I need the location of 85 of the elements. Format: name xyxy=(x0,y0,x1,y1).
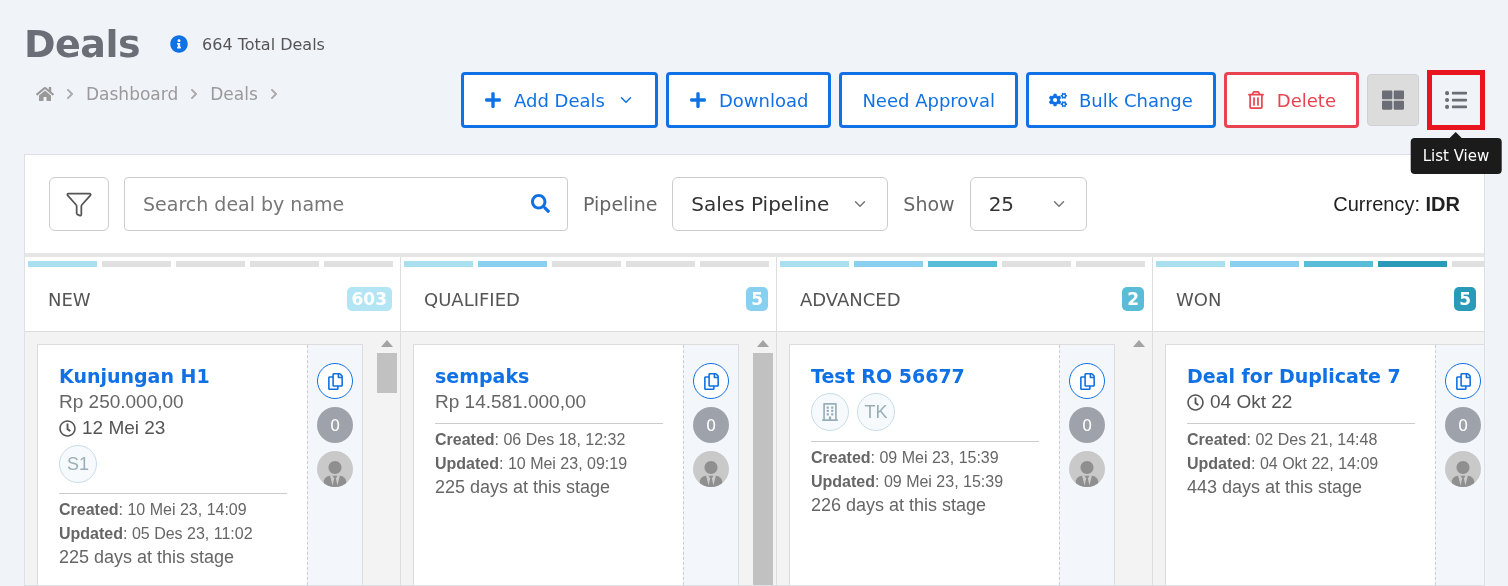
updated-date: Updated: 05 Des 23, 11:02 xyxy=(59,524,254,544)
deal-count-badge: 5 xyxy=(1454,287,1476,311)
days-at-stage: 225 days at this stage xyxy=(435,476,612,498)
plus-icon xyxy=(688,91,707,109)
comment-count: 0 xyxy=(693,407,729,443)
copy-icon xyxy=(1454,372,1472,390)
copy-button[interactable] xyxy=(1069,363,1105,399)
user-avatar-icon xyxy=(1445,451,1481,487)
building-icon xyxy=(811,393,849,431)
copy-icon xyxy=(326,372,344,390)
home-icon[interactable] xyxy=(36,85,54,103)
created-date: Created: 02 Des 21, 14:48 xyxy=(1187,430,1379,450)
user-avatar-icon xyxy=(1069,451,1105,487)
delete-button[interactable]: Delete xyxy=(1223,72,1359,128)
deal-title-link[interactable]: Test RO 56677 xyxy=(811,365,1039,387)
stage-name: WON xyxy=(1176,288,1222,310)
due-date: 12 Mei 23 xyxy=(82,417,166,439)
deal-card[interactable]: sempaks Rp 14.581.000,00 Created: 06 Des 18, 12:32 Updated: 10 Mei 23, 09:19 225 days at this stage 0 xyxy=(413,344,739,585)
days-at-stage: 443 days at this stage xyxy=(1187,476,1364,498)
deal-amount: Rp 14.581.000,00 xyxy=(435,391,588,413)
deal-card[interactable]: Kunjungan H1 Rp 250.000,00 12 Mei 23 S1 Created: 10 Mei 23, 14:09 Updated: 05 Des 23, 11:02 225 days at this stage 0 xyxy=(37,344,363,585)
page-size-select[interactable]: 25 xyxy=(969,177,1087,231)
created-date: Created: 09 Mei 23, 15:39 xyxy=(811,448,1000,468)
grid-icon xyxy=(1382,89,1404,111)
user-avatar-icon xyxy=(317,451,353,487)
copy-button[interactable] xyxy=(693,363,729,399)
tooltip: List View xyxy=(1410,138,1502,174)
currency-label: Currency: IDR xyxy=(1333,192,1460,216)
scrollbar-thumb[interactable] xyxy=(377,353,397,393)
initials-avatar: S1 xyxy=(59,445,97,483)
total-deals-count: 664 Total Deals xyxy=(202,34,325,54)
action-button[interactable]: Add Deals xyxy=(460,72,658,128)
show-label: Show xyxy=(903,193,955,215)
deal-count-badge: 603 xyxy=(346,287,392,311)
updated-date: Updated: 10 Mei 23, 09:19 xyxy=(435,454,629,474)
copy-icon xyxy=(1078,372,1096,390)
deal-count-badge: 5 xyxy=(746,287,768,311)
updated-date: Updated: 04 Okt 22, 14:09 xyxy=(1187,454,1380,474)
scroll-up-icon[interactable] xyxy=(1133,340,1145,347)
pipeline-label: Pipeline xyxy=(583,193,658,215)
stage-name: ADVANCED xyxy=(800,288,901,310)
gears-icon xyxy=(1049,91,1067,109)
deal-card[interactable]: Test RO 56677 TK Created: 09 Mei 23, 15:39 Updated: 09 Mei 23, 15:39 226 days at this stage 0 xyxy=(789,344,1115,585)
search-field[interactable]: Search deal by name xyxy=(124,177,568,231)
user-avatar-icon xyxy=(693,451,729,487)
action-button[interactable]: Download xyxy=(665,72,832,128)
list-icon xyxy=(1445,89,1467,111)
updated-date: Updated: 09 Mei 23, 15:39 xyxy=(811,472,1005,492)
created-date: Created: 06 Des 18, 12:32 xyxy=(435,430,627,450)
copy-button[interactable] xyxy=(1445,363,1481,399)
pipeline-select[interactable]: Sales Pipeline xyxy=(672,177,889,231)
stage-name: NEW xyxy=(48,288,91,310)
search-icon xyxy=(531,194,550,213)
breadcrumb-link[interactable]: Deals xyxy=(210,84,258,104)
scrollbar-thumb[interactable] xyxy=(753,353,773,585)
deal-title-link[interactable]: sempaks xyxy=(435,365,663,387)
funnel-icon xyxy=(65,190,93,218)
days-at-stage: 226 days at this stage xyxy=(811,494,988,516)
comment-count: 0 xyxy=(1069,407,1105,443)
plus-icon xyxy=(483,91,502,109)
deal-card[interactable]: Deal for Duplicate 7 04 Okt 22 Created: 02 Des 21, 14:48 Updated: 04 Okt 22, 14:09 443 days at this stage 0 xyxy=(1165,344,1484,585)
chevron-right-icon xyxy=(64,88,76,100)
action-button[interactable]: Bulk Change xyxy=(1026,72,1216,128)
view-toggle-button[interactable] xyxy=(1427,70,1485,130)
action-button[interactable]: Need Approval xyxy=(839,72,1018,128)
clock-icon xyxy=(1187,393,1204,411)
due-date: 04 Okt 22 xyxy=(1210,391,1293,413)
deal-count-badge: 2 xyxy=(1122,287,1144,311)
comment-count: 0 xyxy=(317,407,353,443)
stage-name: QUALIFIED xyxy=(424,288,520,310)
deal-title-link[interactable]: Kunjungan H1 xyxy=(59,365,287,387)
clock-icon xyxy=(59,419,76,437)
page-title: Deals xyxy=(24,22,141,66)
days-at-stage: 225 days at this stage xyxy=(59,546,236,568)
breadcrumb-link[interactable]: Dashboard xyxy=(86,84,179,104)
created-date: Created: 10 Mei 23, 14:09 xyxy=(59,500,248,520)
deal-title-link[interactable]: Deal for Duplicate 7 xyxy=(1187,365,1415,387)
copy-button[interactable] xyxy=(317,363,353,399)
initials-avatar: TK xyxy=(857,393,895,431)
copy-icon xyxy=(702,372,720,390)
info-icon xyxy=(170,35,189,53)
comment-count: 0 xyxy=(1445,407,1481,443)
deal-amount: Rp 250.000,00 xyxy=(59,391,185,413)
filter-button[interactable] xyxy=(49,177,109,231)
trash-icon xyxy=(1246,91,1265,109)
